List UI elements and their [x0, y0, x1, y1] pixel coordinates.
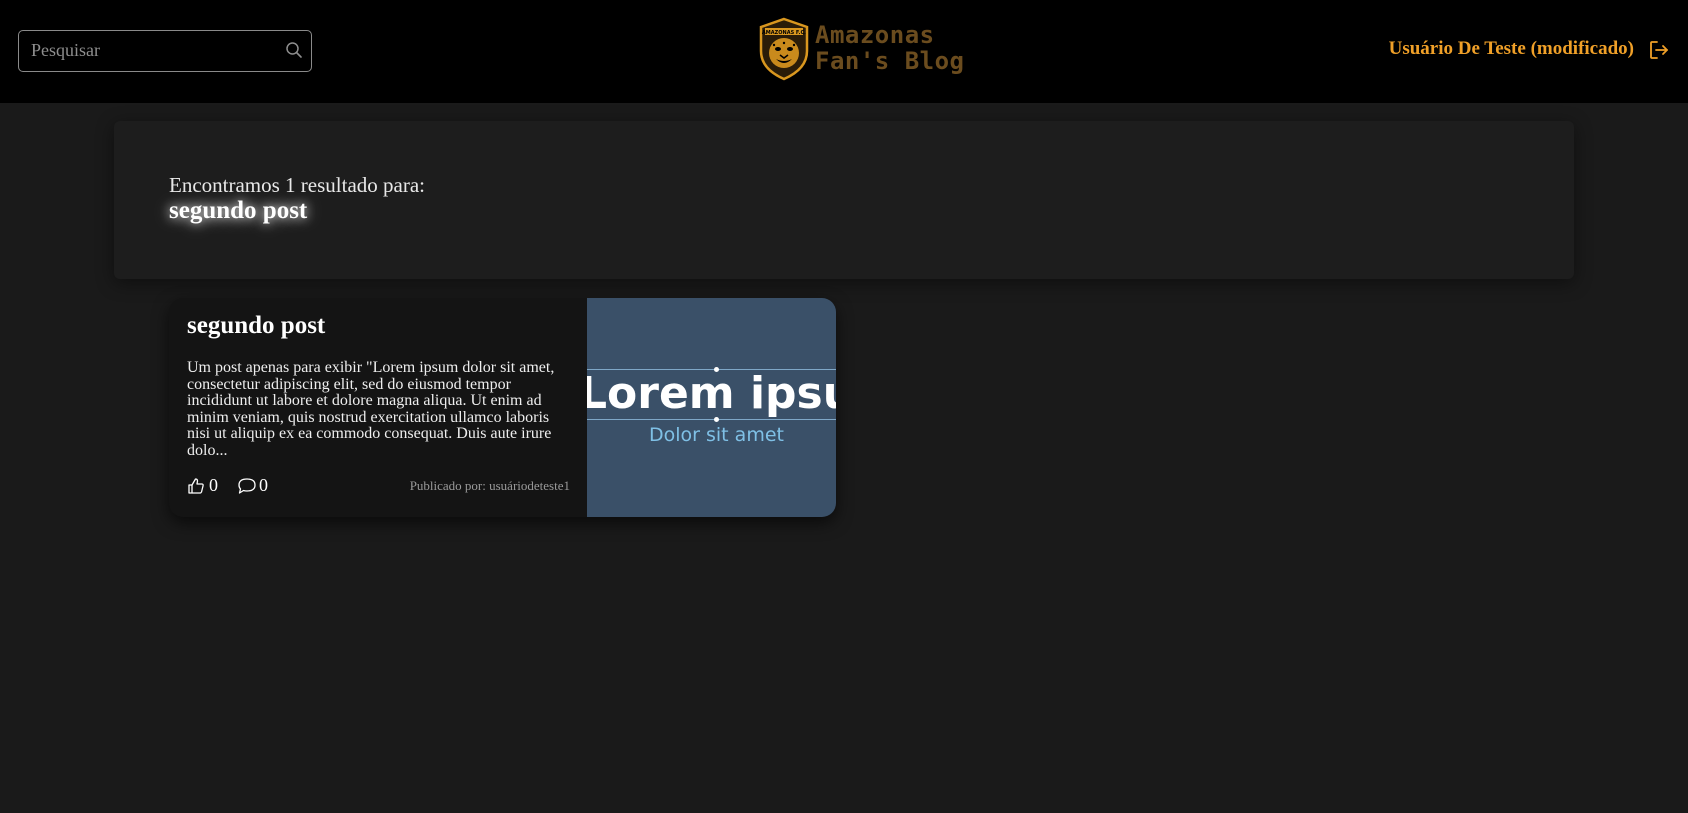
- user-name-link[interactable]: Usuário De Teste (modificado): [1389, 38, 1634, 60]
- thumbnail-sub-text: Dolor sit amet: [649, 424, 784, 446]
- post-author: Publicado por: usuáriodeteste1: [409, 478, 570, 493]
- search-query-text: segundo post: [169, 197, 308, 224]
- like-button[interactable]: 0: [187, 475, 227, 497]
- search-icon[interactable]: [285, 41, 303, 59]
- logo-line-1: Amazonas: [815, 21, 935, 49]
- svg-text:AMAZONAS F.C.: AMAZONAS F.C.: [762, 30, 806, 36]
- post-footer: 0 0 Publicado por: usuáriodeteste1: [187, 475, 570, 497]
- post-thumbnail[interactable]: Lorem ipsum Dolor sit amet: [587, 298, 836, 517]
- top-header: AMAZONAS F.C. Amazonas Fan's Blog Usuári…: [0, 0, 1688, 103]
- post-title[interactable]: segundo post: [187, 312, 325, 340]
- comment-button[interactable]: 0: [237, 475, 277, 497]
- thumbs-up-icon: [188, 478, 204, 494]
- search-box: [18, 30, 312, 72]
- logout-icon[interactable]: [1648, 39, 1670, 61]
- like-count: 0: [209, 475, 218, 495]
- comment-icon: [238, 478, 256, 494]
- logo-text: Amazonas Fan's Blog: [815, 22, 965, 74]
- thumbnail-main-text: Lorem ipsum: [587, 368, 836, 419]
- results-count-label: Encontramos 1 resultado para:: [169, 173, 425, 197]
- search-results-panel: Encontramos 1 resultado para: segundo po…: [114, 121, 1574, 279]
- post-card[interactable]: segundo post Um post apenas para exibir …: [169, 298, 836, 517]
- image-guide-line-bottom: [587, 419, 836, 420]
- site-logo[interactable]: AMAZONAS F.C. Amazonas Fan's Blog: [757, 17, 964, 83]
- comment-count: 0: [259, 475, 268, 495]
- jaguar-badge-icon: AMAZONAS F.C.: [759, 17, 809, 81]
- logo-line-2: Fan's Blog: [815, 47, 965, 75]
- search-input[interactable]: [19, 31, 269, 70]
- post-excerpt: Um post apenas para exibir "Lorem ipsum …: [187, 359, 555, 459]
